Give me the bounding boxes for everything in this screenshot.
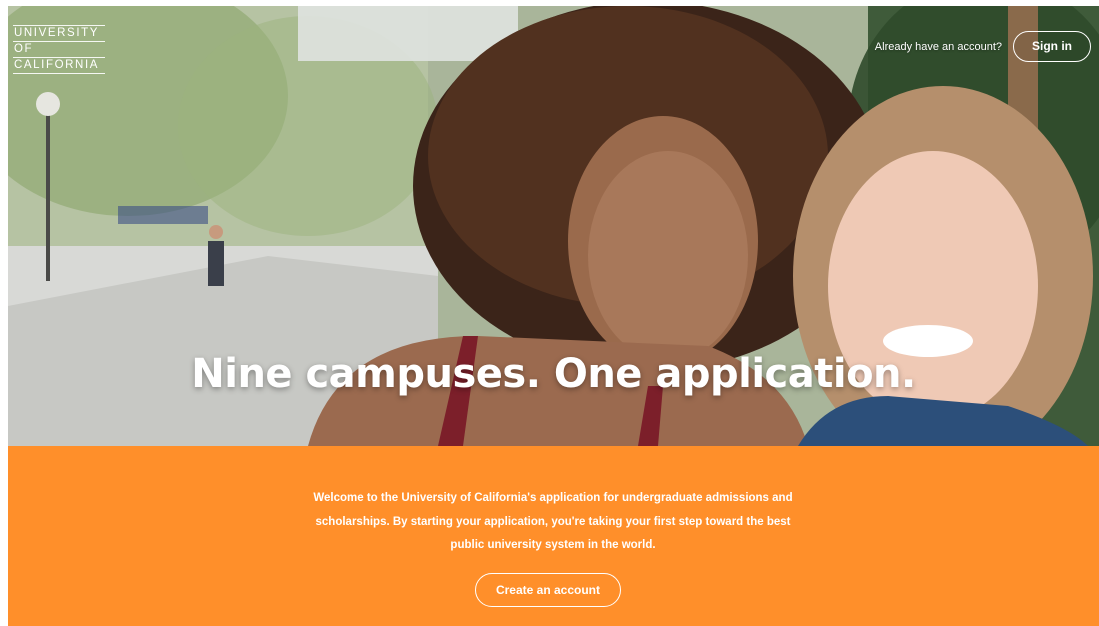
page-frame: UNIVERSITY OF CALIFORNIA Already have an…	[8, 6, 1099, 626]
hero-banner: UNIVERSITY OF CALIFORNIA Already have an…	[8, 6, 1099, 446]
account-area: Already have an account? Sign in	[875, 31, 1091, 62]
sign-in-button[interactable]: Sign in	[1013, 31, 1091, 62]
already-have-account-text: Already have an account?	[874, 40, 1002, 53]
welcome-band: Welcome to the University of California'…	[8, 446, 1099, 626]
logo-line-university: UNIVERSITY	[13, 25, 105, 41]
logo-line-california: CALIFORNIA	[13, 57, 105, 74]
welcome-text: Welcome to the University of California'…	[313, 492, 793, 551]
uc-logo[interactable]: UNIVERSITY OF CALIFORNIA	[13, 25, 105, 74]
hero-headline: Nine campuses. One application.	[191, 351, 916, 397]
create-account-button[interactable]: Create an account	[475, 573, 621, 607]
logo-line-of: OF	[13, 41, 105, 57]
